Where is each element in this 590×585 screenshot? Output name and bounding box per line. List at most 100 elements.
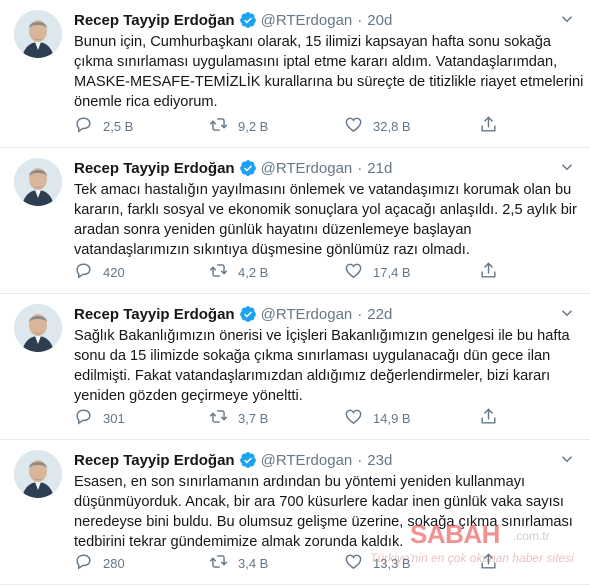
heart-icon (344, 261, 373, 283)
like-count: 14,9 B (373, 410, 411, 426)
author-handle[interactable]: @RTErdogan (261, 306, 353, 323)
retweet-icon (209, 261, 238, 283)
author-name[interactable]: Recep Tayyip Erdoğan (74, 306, 235, 323)
share-icon (479, 552, 508, 574)
author-name[interactable]: Recep Tayyip Erdoğan (74, 160, 235, 177)
tweet-text: Tek amacı hastalığın yayılmasını önlemek… (74, 180, 577, 260)
chevron-down-icon[interactable] (558, 10, 576, 28)
author-name[interactable]: Recep Tayyip Erdoğan (74, 12, 235, 29)
tweet-text-line: yeniden gözden geçirmeye yöneltti. (74, 388, 303, 404)
reply-count: 420 (103, 264, 125, 280)
retweet-icon (209, 407, 238, 429)
retweet-icon (209, 115, 238, 137)
retweet-button[interactable]: 9,2 B (209, 116, 344, 136)
tweet-text-line: tedbirini tekrar gündemimize almak zorun… (74, 534, 404, 550)
retweet-button[interactable]: 3,7 B (209, 408, 344, 428)
reply-icon (74, 552, 103, 574)
tweet-header: Recep Tayyip Erdoğan @RTErdogan · 21d (74, 157, 392, 179)
tweet-text-line: Esasen, en son sınırlamanın ardından bu … (74, 474, 526, 490)
tweet-text-line: vatandaşlarımızın sıkıntıya düşmesine gö… (74, 242, 470, 258)
share-button[interactable] (479, 116, 509, 136)
avatar[interactable] (14, 10, 62, 58)
heart-icon (344, 407, 373, 429)
tweet-header: Recep Tayyip Erdoğan @RTErdogan · 20d (74, 9, 392, 31)
author-name[interactable]: Recep Tayyip Erdoğan (74, 452, 235, 469)
share-button[interactable] (479, 408, 509, 428)
retweet-count: 4,2 B (238, 264, 269, 280)
tweet-text-line: sonu da 15 ilimizde sokağa çıkma sınırla… (74, 348, 551, 364)
tweet-header: Recep Tayyip Erdoğan @RTErdogan · 23d (74, 449, 392, 471)
avatar[interactable] (14, 450, 62, 498)
tweet-text-line: önemle rica ediyorum. (74, 94, 218, 110)
reply-icon (74, 261, 103, 283)
tweet-text-line: Sağlık Bakanlığımızın önerisi ve İçişler… (74, 328, 570, 344)
share-button[interactable] (479, 262, 509, 282)
author-handle[interactable]: @RTErdogan (261, 160, 353, 177)
verified-badge-icon (239, 11, 257, 29)
reply-button[interactable]: 2,5 B (74, 116, 209, 136)
tweet-feed: Recep Tayyip Erdoğan @RTErdogan · 20d Bunun … (0, 0, 590, 585)
tweet[interactable]: Recep Tayyip Erdoğan @RTErdogan · 23d Esasen… (0, 440, 590, 585)
chevron-down-icon[interactable] (558, 304, 576, 322)
reply-count: 301 (103, 410, 125, 426)
separator-dot: · (357, 451, 363, 469)
separator-dot: · (357, 11, 363, 29)
like-button[interactable]: 14,9 B (344, 408, 479, 428)
tweet-timestamp[interactable]: 21d (367, 160, 392, 177)
share-button[interactable] (479, 553, 509, 573)
retweet-button[interactable]: 4,2 B (209, 262, 344, 282)
reply-icon (74, 407, 103, 429)
retweet-count: 9,2 B (238, 118, 269, 134)
share-icon (479, 261, 508, 283)
tweet-text-line: MASKE-MESAFE-TEMİZLİK kurallarına bu sür… (74, 74, 584, 90)
reply-button[interactable]: 301 (74, 408, 209, 428)
tweet-actions: 301 3,7 B 14,9 B (74, 408, 514, 428)
tweet-actions: 280 3,4 B 13,3 B (74, 553, 514, 573)
like-button[interactable]: 13,3 B (344, 553, 479, 573)
tweet-text-line: aradan sonra yeniden günlük hayatını düz… (74, 222, 472, 238)
tweet[interactable]: Recep Tayyip Erdoğan @RTErdogan · 22d Sağlık… (0, 294, 590, 440)
reply-button[interactable]: 280 (74, 553, 209, 573)
tweet-text: Bunun için, Cumhurbaşkanı olarak, 15 ili… (74, 32, 584, 112)
like-count: 13,3 B (373, 555, 411, 571)
tweet-text-line: düşünmüyorduk. Ancak, bir ara 700 küsurl… (74, 494, 564, 510)
retweet-count: 3,7 B (238, 410, 269, 426)
share-icon (479, 407, 508, 429)
tweet-actions: 2,5 B 9,2 B 32,8 B (74, 116, 514, 136)
retweet-button[interactable]: 3,4 B (209, 553, 344, 573)
chevron-down-icon[interactable] (558, 158, 576, 176)
tweet-timestamp[interactable]: 22d (367, 306, 392, 323)
reply-button[interactable]: 420 (74, 262, 209, 282)
chevron-down-icon[interactable] (558, 450, 576, 468)
tweet[interactable]: Recep Tayyip Erdoğan @RTErdogan · 21d Tek am… (0, 148, 590, 294)
avatar[interactable] (14, 158, 62, 206)
like-count: 32,8 B (373, 118, 411, 134)
verified-badge-icon (239, 451, 257, 469)
tweet[interactable]: Recep Tayyip Erdoğan @RTErdogan · 20d Bunun … (0, 0, 590, 148)
tweet-text-line: Bunun için, Cumhurbaşkanı olarak, 15 ili… (74, 34, 551, 50)
tweet-text: Esasen, en son sınırlamanın ardından bu … (74, 472, 574, 552)
tweet-text-line: Tek amacı hastalığın yayılmasını önlemek… (74, 182, 572, 198)
like-count: 17,4 B (373, 264, 411, 280)
tweet-text-line: edilmişti. Fakat vatandaşlarımızdan aldı… (74, 368, 551, 384)
like-button[interactable]: 17,4 B (344, 262, 479, 282)
tweet-text-line: neredeyse bini buldu. Bu olumsuz gelişme… (74, 514, 573, 530)
reply-count: 2,5 B (103, 118, 134, 134)
like-button[interactable]: 32,8 B (344, 116, 479, 136)
author-handle[interactable]: @RTErdogan (261, 12, 353, 29)
separator-dot: · (357, 305, 363, 323)
avatar[interactable] (14, 304, 62, 352)
retweet-icon (209, 552, 238, 574)
tweet-actions: 420 4,2 B 17,4 B (74, 262, 514, 282)
tweet-text: Sağlık Bakanlığımızın önerisi ve İçişler… (74, 326, 574, 406)
heart-icon (344, 115, 373, 137)
separator-dot: · (357, 159, 363, 177)
reply-count: 280 (103, 555, 125, 571)
tweet-text-line: kararın, farklı sosyal ve ekonomik sonuç… (74, 202, 577, 218)
share-icon (479, 115, 508, 137)
tweet-text-line: çıkma sınırlaması uygulamasını iptal etm… (74, 54, 558, 70)
author-handle[interactable]: @RTErdogan (261, 452, 353, 469)
tweet-timestamp[interactable]: 23d (367, 452, 392, 469)
tweet-timestamp[interactable]: 20d (367, 12, 392, 29)
reply-icon (74, 115, 103, 137)
